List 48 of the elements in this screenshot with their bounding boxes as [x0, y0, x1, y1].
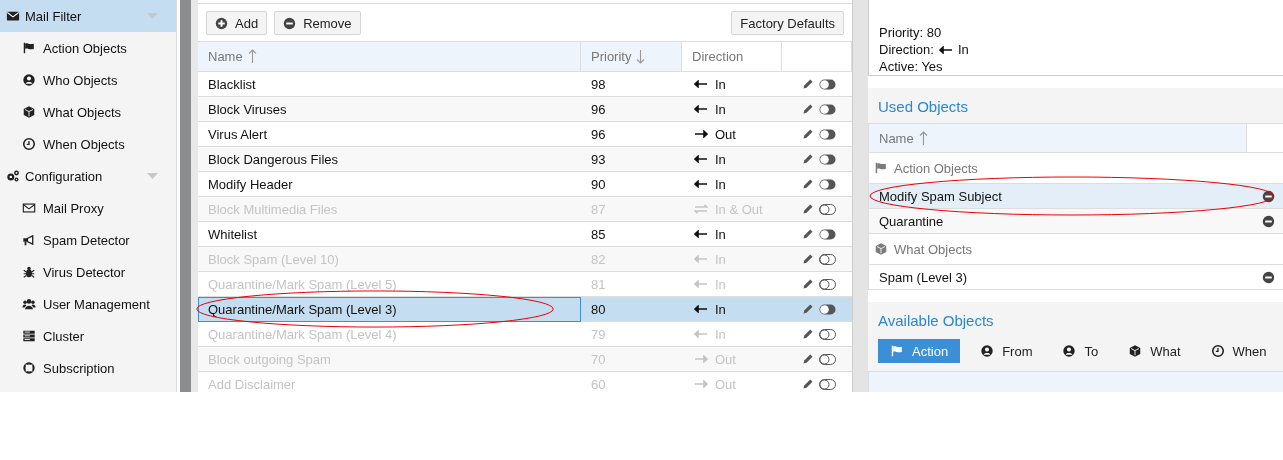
priority-text: Priority: 80 [879, 24, 943, 41]
object-row[interactable]: Modify Spam Subject [868, 184, 1283, 209]
add-button[interactable]: Add [206, 11, 268, 35]
table-cell[interactable]: Block Dangerous Files [198, 147, 581, 172]
column-header[interactable]: Name [198, 41, 581, 72]
direction-text: Out [715, 376, 736, 392]
section-title: Used Objects [877, 97, 970, 117]
direction-text: Out [715, 126, 736, 142]
direction-text: In [715, 101, 726, 117]
table-cell[interactable]: Quarantine/Mark Spam (Level 3) [198, 297, 581, 322]
direction-label: Direction: [879, 41, 934, 58]
table-cell[interactable]: Block Viruses [198, 97, 581, 122]
column-header[interactable]: Name [869, 124, 1247, 152]
sidebar-item[interactable]: Who Objects [0, 64, 176, 96]
filter-tab[interactable]: To [1052, 339, 1109, 363]
sidebar-item[interactable]: Spam Detector [0, 224, 176, 256]
sidebar-item[interactable]: Virus Detector [0, 256, 176, 288]
group-header: Action Objects [868, 153, 1283, 184]
filter-tab[interactable]: When [1200, 339, 1277, 363]
column-header[interactable]: Priority [581, 41, 682, 72]
filter-tab[interactable]: From [970, 339, 1043, 363]
table-cell: 93 [581, 147, 682, 172]
sidebar-item[interactable]: Subscription [0, 352, 176, 384]
sidebar-item[interactable]: Mail Proxy [0, 192, 176, 224]
sidebar-section[interactable]: Configuration [0, 160, 176, 192]
direction-text: In [715, 176, 726, 192]
table-cell: 96 [581, 97, 682, 122]
direction-text: In [715, 226, 726, 242]
object-row[interactable]: Spam (Level 3) [868, 265, 1283, 290]
sidebar-item[interactable]: When Objects [0, 128, 176, 160]
sidebar-item[interactable]: What Objects [0, 96, 176, 128]
sidebar-item[interactable]: Action Objects [0, 32, 176, 64]
sidebar-item[interactable]: User Management [0, 288, 176, 320]
direction-text: In [715, 76, 726, 92]
group-header: What Objects [868, 234, 1283, 265]
table-cell: 80 [581, 297, 682, 322]
remove-button[interactable]: Remove [274, 11, 361, 35]
sidebar-item[interactable]: Cluster [0, 320, 176, 352]
sidebar-section[interactable]: Mail Filter [0, 0, 176, 32]
column-header[interactable]: Direction [682, 41, 782, 72]
factory-defaults-button[interactable]: Factory Defaults [731, 11, 844, 35]
direction-text: In [957, 41, 969, 58]
filter-tab[interactable]: What [1118, 339, 1191, 363]
direction-text: In [715, 151, 726, 167]
active-text: Active: Yes [879, 58, 944, 75]
section-title: Available Objects [877, 311, 995, 331]
direction-text: In [715, 301, 726, 317]
object-row[interactable]: Quarantine [868, 209, 1283, 234]
